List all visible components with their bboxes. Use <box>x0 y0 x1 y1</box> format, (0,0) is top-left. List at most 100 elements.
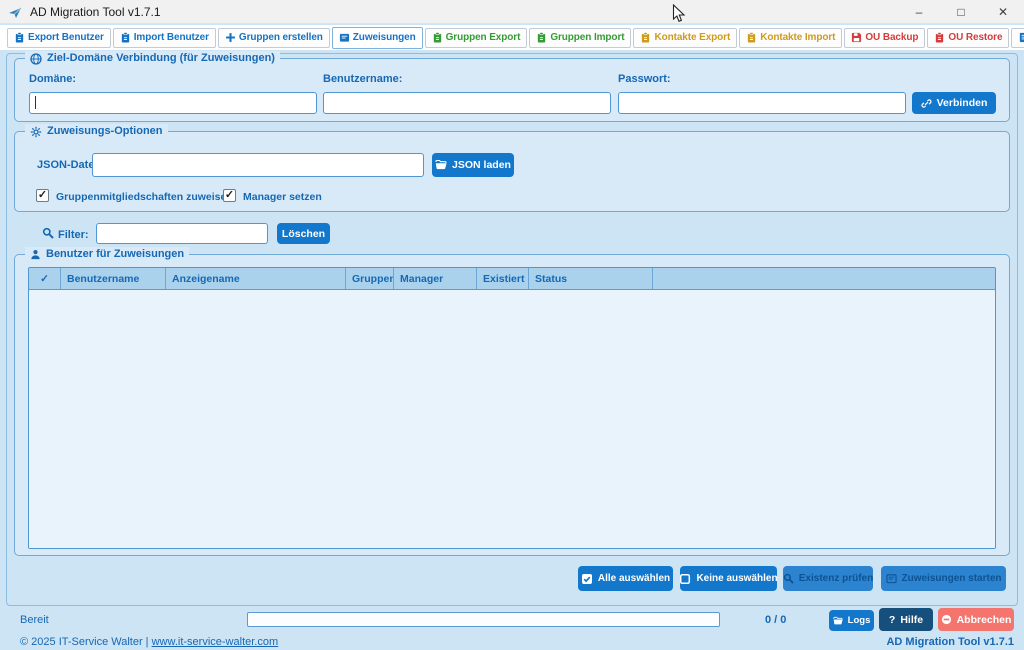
help-button[interactable]: ? Hilfe <box>879 608 933 631</box>
users-grid-body[interactable] <box>29 290 995 548</box>
column-header-label: ✓ <box>40 273 49 285</box>
manager-checkbox[interactable]: ✓ <box>223 189 236 202</box>
stop-icon <box>941 614 952 625</box>
checkbox-empty-icon <box>679 573 691 585</box>
tab-ou-backup[interactable]: OU Backup <box>844 28 925 48</box>
tab-import-benutzer[interactable]: Import Benutzer <box>113 28 216 48</box>
domain-input[interactable] <box>29 92 317 114</box>
clipboard-import-icon <box>120 32 131 43</box>
tab-ou-restore[interactable]: OU Restore <box>927 28 1009 48</box>
folder-icon <box>833 616 843 626</box>
clipboard-export-icon <box>14 32 25 43</box>
column-header-filler <box>653 268 995 289</box>
column-header-label: Existiert <box>483 273 524 285</box>
connect-button[interactable]: Verbinden <box>912 92 996 114</box>
column-header-label: Manager <box>400 273 443 285</box>
column-header-gruppen[interactable]: Gruppen <box>346 268 394 289</box>
clipboard-export-icon <box>432 32 443 43</box>
footer-link[interactable]: www.it-service-walter.com <box>152 636 279 648</box>
minimize-button[interactable]: – <box>898 0 940 24</box>
clipboard-export-icon <box>640 32 651 43</box>
select-none-button-label: Keine auswählen <box>696 573 777 584</box>
check-existence-button-label: Existenz prüfen <box>799 573 873 584</box>
column-header-select[interactable]: ✓ <box>29 268 61 289</box>
person-icon <box>30 249 41 260</box>
connect-button-label: Verbinden <box>937 97 988 109</box>
folder-open-icon <box>435 159 447 171</box>
tab-strip: Export Benutzer Import Benutzer Gruppen … <box>0 25 1024 50</box>
maximize-button[interactable]: □ <box>940 0 982 24</box>
filter-clear-button-label: Löschen <box>282 228 325 240</box>
tab-gruppen-export[interactable]: Gruppen Export <box>425 28 528 48</box>
gear-icon <box>30 126 42 138</box>
column-header-benutzername[interactable]: Benutzername <box>61 268 166 289</box>
tab-label: Zuweisungen <box>353 32 416 43</box>
users-groupbox: Benutzer für Zuweisungen ✓ Benutzername … <box>14 254 1010 556</box>
progress-bar <box>247 612 720 627</box>
checkbox-checked-icon <box>581 573 593 585</box>
json-load-button-label: JSON laden <box>452 159 511 171</box>
username-input[interactable] <box>323 92 611 114</box>
connection-title-text: Ziel-Domäne Verbindung (für Zuweisungen) <box>47 51 275 66</box>
users-title-text: Benutzer für Zuweisungen <box>46 247 184 262</box>
log-document-icon <box>1018 32 1024 43</box>
json-file-input[interactable] <box>92 153 424 177</box>
check-existence-button: Existenz prüfen <box>783 566 873 591</box>
search-icon <box>42 227 54 239</box>
connection-groupbox: Ziel-Domäne Verbindung (für Zuweisungen)… <box>14 58 1010 122</box>
connection-groupbox-title: Ziel-Domäne Verbindung (für Zuweisungen) <box>25 51 280 66</box>
start-assignments-button: Zuweisungen starten <box>881 566 1006 591</box>
tab-label: Gruppen erstellen <box>239 32 323 43</box>
floppy-disk-icon <box>851 32 862 43</box>
column-header-label: Benutzername <box>67 273 139 285</box>
tab-gruppen-erstellen[interactable]: Gruppen erstellen <box>218 28 330 48</box>
options-groupbox-title: Zuweisungs-Optionen <box>25 124 168 139</box>
column-header-anzeigename[interactable]: Anzeigename <box>166 268 346 289</box>
clipboard-import-icon <box>536 32 547 43</box>
groups-checkbox[interactable]: ✓ <box>36 189 49 202</box>
logs-button-label: Logs <box>848 615 871 626</box>
tab-label: Gruppen Import <box>550 32 624 43</box>
users-grid-header: ✓ Benutzername Anzeigename Gruppen Manag… <box>29 268 995 290</box>
column-header-status[interactable]: Status <box>529 268 653 289</box>
select-all-button[interactable]: Alle auswählen <box>578 566 673 591</box>
text-caret <box>35 96 36 109</box>
tab-log[interactable]: Log <box>1011 28 1024 48</box>
assignment-card-icon <box>886 573 897 584</box>
footer-copyright: © 2025 IT-Service Walter | www.it-servic… <box>20 636 278 648</box>
search-icon <box>783 573 794 584</box>
logs-button[interactable]: Logs <box>829 610 874 631</box>
json-load-button[interactable]: JSON laden <box>432 153 514 177</box>
manager-checkbox-label[interactable]: Manager setzen <box>243 191 322 203</box>
start-assignments-button-label: Zuweisungen starten <box>902 573 1002 584</box>
tab-kontakte-import[interactable]: Kontakte Import <box>739 28 842 48</box>
copyright-text: © 2025 IT-Service Walter | <box>20 636 152 648</box>
username-label: Benutzername: <box>323 73 402 85</box>
select-none-button[interactable]: Keine auswählen <box>680 566 777 591</box>
tab-zuweisungen[interactable]: Zuweisungen <box>332 27 423 49</box>
filter-clear-button[interactable]: Löschen <box>277 223 330 244</box>
mouse-cursor <box>672 4 686 24</box>
groups-checkbox-label[interactable]: Gruppenmitgliedschaften zuweisen <box>56 191 233 203</box>
footer-version: AD Migration Tool v1.7.1 <box>886 636 1014 648</box>
tab-gruppen-import[interactable]: Gruppen Import <box>529 28 631 48</box>
cancel-button[interactable]: Abbrechen <box>938 608 1014 631</box>
link-icon <box>921 98 932 109</box>
tab-export-benutzer[interactable]: Export Benutzer <box>7 28 111 48</box>
close-button[interactable]: ✕ <box>982 0 1024 24</box>
tab-label: Import Benutzer <box>134 32 209 43</box>
filter-input[interactable] <box>96 223 268 244</box>
tab-label: Kontakte Import <box>760 32 835 43</box>
help-button-label: Hilfe <box>900 614 923 626</box>
cancel-button-label: Abbrechen <box>957 614 1012 626</box>
window-controls: – □ ✕ <box>898 0 1024 24</box>
password-input[interactable] <box>618 92 906 114</box>
clipboard-import-icon <box>746 32 757 43</box>
tab-label: OU Backup <box>865 32 918 43</box>
column-header-manager[interactable]: Manager <box>394 268 477 289</box>
domain-label: Domäne: <box>29 73 76 85</box>
tab-kontakte-export[interactable]: Kontakte Export <box>633 28 737 48</box>
filter-label: Filter: <box>58 229 89 241</box>
column-header-existiert[interactable]: Existiert <box>477 268 529 289</box>
column-header-label: Anzeigename <box>172 273 240 285</box>
